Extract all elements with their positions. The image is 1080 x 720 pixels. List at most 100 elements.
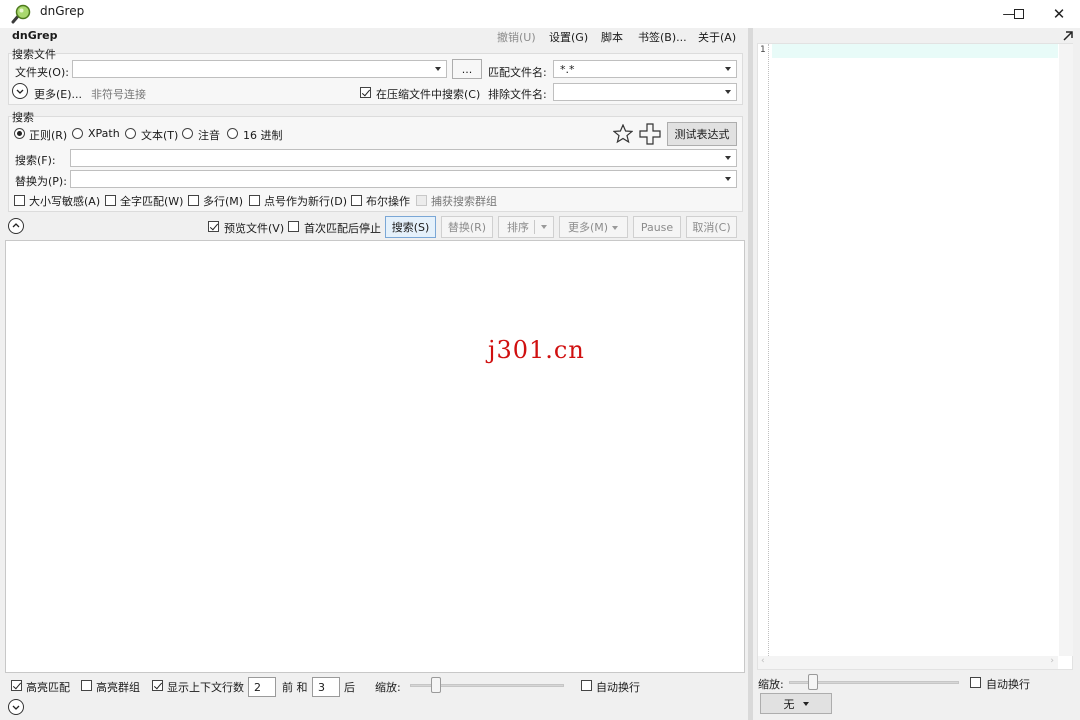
cancel-button[interactable]: 取消(C) — [686, 216, 737, 238]
mode-phonetic-label: 注音 — [198, 129, 220, 142]
stop-first-match-label: 首次匹配后停止 — [304, 222, 381, 235]
exclude-files-input[interactable] — [553, 83, 737, 101]
window-title: dnGrep — [40, 4, 85, 18]
mode-phonetic-radio[interactable] — [182, 128, 193, 139]
replace-input[interactable] — [70, 170, 737, 188]
show-context-checkbox[interactable] — [152, 680, 163, 691]
preview-word-wrap-label: 自动换行 — [986, 678, 1030, 691]
add-bookmark-icon[interactable] — [639, 123, 661, 145]
search-group-label: 搜索 — [12, 111, 34, 124]
results-tree[interactable] — [5, 240, 745, 673]
match-files-label: 匹配文件名: — [488, 66, 547, 79]
whole-word-checkbox[interactable] — [105, 195, 116, 206]
results-word-wrap-checkbox[interactable] — [581, 680, 592, 691]
chevron-up-icon — [12, 223, 20, 228]
mode-xpath-radio[interactable] — [72, 128, 83, 139]
chevron-down-icon — [725, 177, 731, 181]
mode-text-label: 文本(T) — [141, 129, 179, 142]
results-word-wrap-label: 自动换行 — [596, 681, 640, 694]
preview-editor[interactable] — [757, 43, 1073, 670]
browse-button[interactable]: ... — [452, 59, 482, 79]
stop-first-match-checkbox[interactable] — [288, 221, 299, 232]
chevron-down-icon — [802, 701, 809, 706]
maximize-icon — [1014, 9, 1024, 19]
magnifier-icon — [10, 4, 32, 24]
close-icon: ✕ — [1052, 5, 1066, 23]
more-options-link[interactable]: 更多(E)... — [34, 86, 82, 102]
preview-zoom-label: 缩放: — [758, 678, 784, 691]
match-files-input[interactable]: *.* — [553, 60, 737, 78]
watermark-text: j301.cn — [488, 336, 585, 364]
multiline-checkbox[interactable] — [188, 195, 199, 206]
highlight-matches-checkbox[interactable] — [11, 680, 22, 691]
menu-scripts[interactable]: 脚本 — [601, 29, 623, 45]
sort-button[interactable]: 排序 — [498, 216, 554, 238]
context-after-input[interactable]: 3 — [312, 677, 340, 697]
context-before-label: 前 和 — [282, 681, 308, 694]
boolean-operators-label: 布尔操作 — [366, 195, 410, 208]
results-zoom-slider[interactable] — [431, 677, 441, 693]
multiline-label: 多行(M) — [203, 195, 244, 208]
mode-regex-radio[interactable] — [14, 128, 25, 139]
results-zoom-label: 缩放: — [375, 681, 401, 694]
dot-newline-checkbox[interactable] — [249, 195, 260, 206]
chevron-down-icon — [435, 67, 441, 71]
search-input[interactable] — [70, 149, 737, 167]
search-for-label: 搜索(F): — [15, 154, 56, 167]
chevron-down-icon — [12, 705, 20, 710]
mode-hex-radio[interactable] — [227, 128, 238, 139]
syntax-dropdown[interactable]: 无 — [760, 693, 832, 714]
search-button[interactable]: 搜索(S) — [385, 216, 436, 238]
star-icon[interactable] — [612, 123, 634, 144]
preview-word-wrap-checkbox[interactable] — [970, 677, 981, 688]
menu-settings[interactable]: 设置(G) — [549, 29, 588, 45]
sort-button-label: 排序 — [507, 221, 529, 234]
test-expression-button[interactable]: 测试表达式 — [667, 122, 737, 146]
scroll-right-icon[interactable]: › — [1050, 656, 1054, 666]
gutter-divider — [768, 44, 769, 656]
close-button[interactable]: ✕ — [1036, 0, 1080, 28]
expand-bottom-button[interactable] — [8, 699, 24, 715]
pause-button[interactable]: Pause — [633, 216, 681, 238]
app-name: dnGrep — [12, 29, 58, 42]
more-actions-label: 更多(M) — [568, 221, 609, 234]
preview-zoom-slider[interactable] — [808, 674, 818, 690]
scroll-left-icon[interactable]: ‹ — [761, 656, 765, 666]
expand-more-button[interactable] — [12, 83, 28, 99]
capture-groups-label: 捕获搜索群组 — [431, 195, 497, 208]
capture-groups-checkbox[interactable] — [416, 195, 427, 206]
replace-button[interactable]: 替换(R) — [441, 216, 493, 238]
highlight-groups-checkbox[interactable] — [81, 680, 92, 691]
context-before-input[interactable]: 2 — [248, 677, 276, 697]
search-files-group-label: 搜索文件 — [12, 48, 56, 61]
chevron-down-icon — [541, 225, 547, 229]
preview-horizontal-scrollbar[interactable]: ‹ › — [758, 656, 1058, 669]
collapse-options-button[interactable] — [8, 218, 24, 234]
mode-hex-label: 16 进制 — [243, 129, 283, 142]
whole-word-label: 全字匹配(W) — [120, 195, 184, 208]
menu-about[interactable]: 关于(A) — [698, 29, 736, 45]
preview-file-checkbox[interactable] — [208, 221, 219, 232]
mode-text-radio[interactable] — [125, 128, 136, 139]
search-archives-checkbox[interactable] — [360, 87, 371, 98]
preview-file-label: 预览文件(V) — [224, 222, 285, 235]
more-actions-button[interactable]: 更多(M) — [559, 216, 628, 238]
highlight-groups-label: 高亮群组 — [96, 681, 140, 694]
chevron-down-icon — [16, 89, 24, 94]
preview-vertical-scrollbar[interactable] — [1059, 44, 1073, 656]
folder-input[interactable] — [72, 60, 447, 78]
menu-undo[interactable]: 撤销(U) — [497, 29, 536, 45]
mode-regex-label: 正则(R) — [29, 129, 68, 142]
title-bar — [0, 0, 1080, 28]
dot-newline-label: 点号作为新行(D) — [264, 195, 348, 208]
boolean-operators-checkbox[interactable] — [351, 195, 362, 206]
non-symlink-label: 非符号连接 — [91, 88, 146, 101]
search-archives-label: 在压缩文件中搜索(C) — [376, 88, 481, 101]
menu-bookmarks[interactable]: 书签(B)... — [638, 29, 687, 45]
show-context-label: 显示上下文行数 — [167, 681, 244, 694]
match-files-value: *.* — [560, 63, 575, 76]
replace-with-label: 替换为(P): — [15, 175, 67, 188]
case-sensitive-checkbox[interactable] — [14, 195, 25, 206]
dock-arrow-icon[interactable] — [1061, 29, 1075, 43]
context-after-label: 后 — [344, 681, 355, 694]
